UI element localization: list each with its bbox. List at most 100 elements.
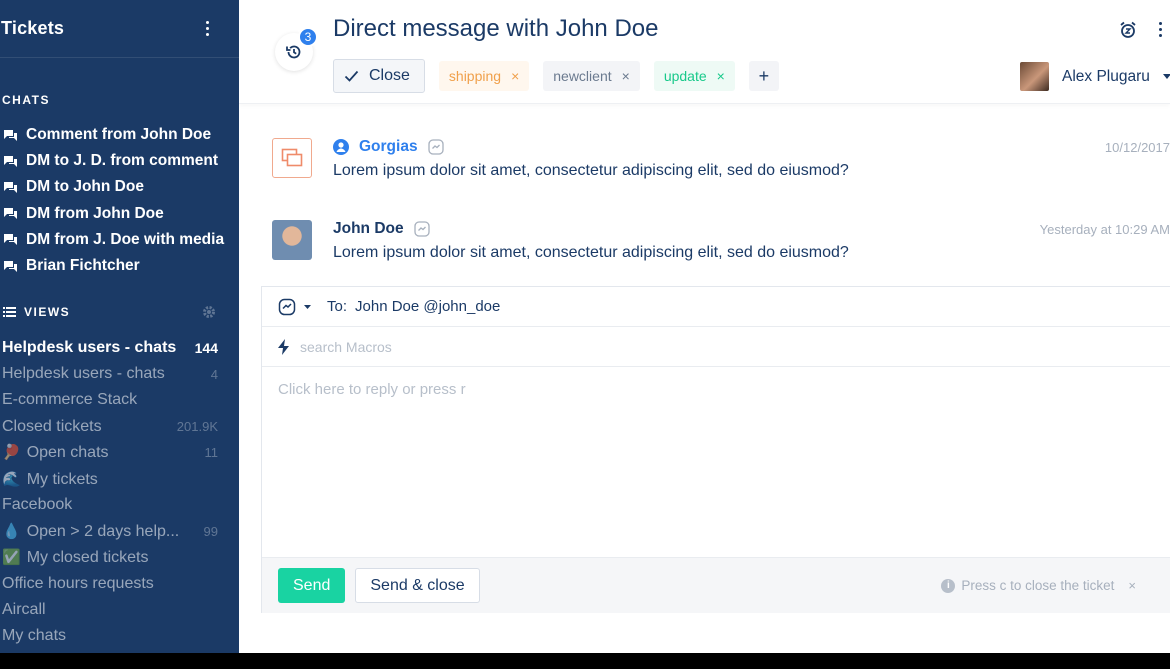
view-label-wrap: 🏓 Open chats [2,443,109,462]
recipient-row: To: John Doe @john_doe [262,287,1170,327]
send-button[interactable]: Send [278,568,346,603]
ping-pong-emoji-icon: 🏓 [2,444,21,462]
close-ticket-button[interactable]: Close [333,59,425,93]
chat-item-label: Brian Fichtcher [26,257,140,275]
close-label: Close [369,67,410,84]
tag-newclient[interactable]: newclient × [543,61,640,91]
user-circle-icon [333,139,349,155]
messenger-channel-icon [413,221,430,237]
reply-composer: To: John Doe @john_doe Send Send & close… [261,286,1170,613]
chat-item-label: DM to John Doe [26,178,144,196]
view-count: 99 [203,523,218,539]
chevron-down-icon[interactable] [304,304,311,309]
sidebar-item-chat[interactable]: DM to J. D. from comment [3,148,239,174]
view-count: 11 [204,445,219,461]
lightning-icon [278,338,289,355]
sidebar-item-view[interactable]: Closed tickets 201.9K [2,414,218,440]
sidebar-item-view[interactable]: Facebook [2,492,218,518]
view-label-wrap: 🌊 My tickets [2,470,98,489]
snooze-alarm-icon[interactable] [1119,21,1137,39]
chats-section-label: CHATS [2,93,50,107]
chat-bubble-icon [4,234,17,246]
remove-tag-icon[interactable]: × [717,68,725,84]
sidebar-item-view[interactable]: Aircall [2,597,218,623]
bottom-letterbox [0,653,1170,669]
chat-bubble-icon [4,181,17,193]
add-tag-button[interactable]: + [748,61,779,91]
sidebar-item-chat[interactable]: DM from John Doe [3,201,239,227]
views-section-label: VIEWS [24,305,71,319]
view-label: My tickets [26,470,98,488]
view-label: Closed tickets [2,417,102,435]
remove-tag-icon[interactable]: × [511,68,519,84]
sidebar-item-view[interactable]: 🌊 My tickets [2,466,218,492]
view-label: Office hours requests [2,574,154,592]
composer-footer: Send Send & close i Press c to close the… [262,557,1170,613]
sidebar-item-view[interactable]: Helpdesk users - chats 4 [2,361,218,387]
sidebar-item-view[interactable]: My chats [2,623,218,649]
message-sender[interactable]: John Doe [333,220,404,238]
views-section-header: VIEWS [3,305,216,319]
sidebar-item-chat[interactable]: Brian Fichtcher [3,253,239,279]
view-label-wrap: ✅ My closed tickets [2,548,149,567]
message-body: Lorem ipsum dolor sit amet, consectetur … [333,162,849,179]
history-icon [286,45,301,59]
sidebar-item-view[interactable]: ✅ My closed tickets [2,545,218,571]
assignee-selector[interactable]: Alex Plugaru [1020,62,1170,91]
reply-textarea[interactable] [262,367,1170,557]
remove-tag-icon[interactable]: × [622,68,630,84]
sidebar-item-chat[interactable]: DM to John Doe [3,174,239,200]
ticket-more-icon[interactable] [1155,18,1166,41]
chat-item-label: DM from J. Doe with media [26,230,225,248]
gorgias-avatar [272,138,312,178]
view-label-wrap: 💧 Open > 2 days help... [2,522,179,541]
sidebar-item-chat[interactable]: DM from J. Doe with media [3,227,239,253]
message-body: Lorem ipsum dolor sit amet, consectetur … [333,244,849,261]
sidebar-item-view[interactable]: Helpdesk users - chats 144 [2,335,218,361]
recipient-value[interactable]: John Doe @john_doe [355,298,500,315]
sidebar-item-chat[interactable]: Comment from John Doe [3,122,239,148]
ticket-header: 3 Direct message with John Doe Close shi… [239,0,1170,104]
keyboard-hint: i Press c to close the ticket × [941,578,1136,593]
check-mark-emoji-icon: ✅ [2,549,21,567]
view-list: Helpdesk users - chats 144 Helpdesk user… [2,335,218,649]
view-label: E-commerce Stack [2,391,138,409]
sidebar-header: Tickets [0,0,239,58]
channel-selector-icon[interactable] [278,298,296,316]
sidebar-item-view[interactable]: E-commerce Stack [2,387,218,413]
chat-bubble-icon [4,208,17,220]
chevron-down-icon [1162,74,1170,79]
assignee-name: Alex Plugaru [1062,67,1150,85]
view-label: My chats [2,627,67,645]
view-label-wrap: Helpdesk users - chats [2,339,176,357]
gorgias-logo-icon [281,148,303,167]
tag-shipping[interactable]: shipping × [438,61,530,91]
view-label: My closed tickets [26,549,149,567]
sidebar: Tickets CHATS Comment from John Doe DM t… [0,0,239,653]
message-timestamp: 10/12/2017 [1104,140,1170,155]
tag-label: newclient [553,68,612,84]
sidebar-item-view[interactable]: 🏓 Open chats 11 [2,440,218,466]
dismiss-hint-icon[interactable]: × [1128,578,1136,593]
chat-bubble-icon [4,129,17,141]
sidebar-title: Tickets [1,18,65,38]
message-header: John Doe [333,220,430,238]
tag-label: update [663,68,707,84]
tag-label: shipping [448,68,502,84]
views-title: VIEWS [3,305,70,319]
gear-icon[interactable] [202,305,216,319]
send-and-close-button[interactable]: Send & close [355,568,480,603]
macro-search-input[interactable] [300,338,700,355]
view-label: Open > 2 days help... [26,522,180,540]
sidebar-item-view[interactable]: Office hours requests [2,571,218,597]
macro-row [262,327,1170,367]
message-sender[interactable]: Gorgias [359,138,418,156]
history-count-badge: 3 [298,27,318,47]
more-options-icon[interactable] [202,17,213,40]
ticket-subject[interactable]: Direct message with John Doe [333,15,658,43]
tag-update[interactable]: update × [653,61,735,91]
header-actions [1119,18,1166,41]
chat-item-label: Comment from John Doe [26,126,212,144]
sidebar-item-view[interactable]: 💧 Open > 2 days help... 99 [2,518,218,544]
avatar [272,220,312,260]
